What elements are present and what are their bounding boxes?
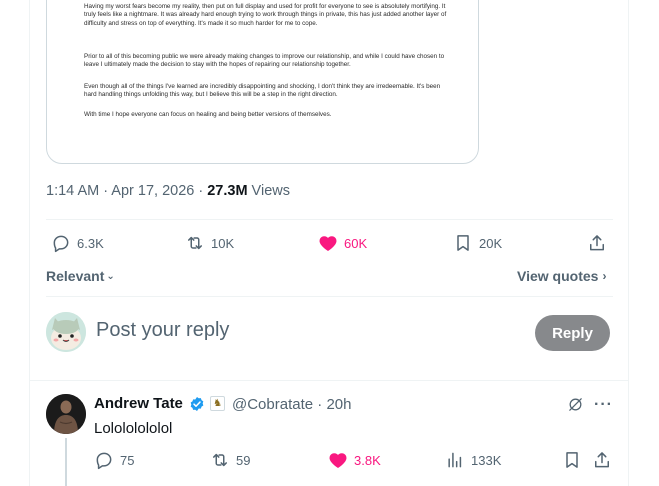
views-count: 27.3M bbox=[207, 183, 248, 199]
heart-icon bbox=[329, 453, 347, 468]
bookmark-icon bbox=[457, 235, 469, 251]
like-action[interactable]: 60K bbox=[318, 233, 367, 253]
like-count: 60K bbox=[344, 235, 368, 251]
analytics-icon bbox=[448, 452, 462, 468]
reply-author-name[interactable]: Andrew Tate bbox=[94, 395, 183, 412]
reply-button[interactable]: Reply bbox=[535, 315, 610, 351]
statement-image[interactable]: Having my worst fears become my reality,… bbox=[46, 0, 479, 164]
reply-icon bbox=[96, 452, 112, 470]
reply-bookmark-action[interactable] bbox=[562, 450, 582, 470]
reply-handle[interactable]: @Cobratate bbox=[232, 396, 313, 413]
user-avatar[interactable] bbox=[46, 312, 86, 352]
reply-reply-count: 75 bbox=[120, 452, 135, 468]
reply-sort-dropdown[interactable]: Relevant ⌄ bbox=[46, 268, 115, 284]
divider bbox=[46, 296, 613, 297]
column-border-left bbox=[29, 0, 30, 486]
divider bbox=[46, 219, 613, 220]
reply-author-avatar[interactable] bbox=[46, 394, 86, 434]
bookmark-count: 20K bbox=[479, 235, 503, 251]
repost-action[interactable]: 10K bbox=[185, 233, 234, 253]
reply-reply-action[interactable]: 75 bbox=[94, 450, 134, 470]
reply-like-count: 3.8K bbox=[354, 452, 381, 468]
statement-paragraph: Having my worst fears become my reality,… bbox=[84, 3, 447, 27]
reply-text: Lolololololol bbox=[94, 420, 173, 437]
reply-action[interactable]: 6.3K bbox=[51, 233, 104, 253]
share-icon bbox=[590, 235, 604, 251]
column-border-right bbox=[628, 0, 629, 486]
reply-repost-count: 59 bbox=[236, 452, 251, 468]
reply-views-count: 133K bbox=[471, 452, 502, 468]
reply-count: 6.3K bbox=[77, 235, 104, 251]
bookmark-action[interactable]: 20K bbox=[453, 233, 502, 253]
chevron-right-icon: › bbox=[602, 269, 607, 283]
reply-input[interactable]: Post your reply bbox=[96, 319, 229, 342]
reply-icon bbox=[53, 235, 69, 253]
statement-paragraph: Even though all of the things I've learn… bbox=[84, 83, 441, 99]
reply-like-action[interactable]: 3.8K bbox=[328, 450, 381, 470]
affiliation-badge-icon[interactable]: ♞ bbox=[210, 396, 225, 411]
post-timestamp[interactable]: 1:14 AM · Apr 17, 2026 · bbox=[46, 183, 207, 199]
sort-label: Relevant bbox=[46, 268, 105, 284]
post-meta: 1:14 AM · Apr 17, 2026 · 27.3M Views bbox=[46, 183, 290, 199]
reply-views-action[interactable]: 133K bbox=[445, 450, 501, 470]
divider bbox=[29, 380, 629, 381]
repost-count: 10K bbox=[211, 235, 235, 251]
share-action[interactable] bbox=[587, 233, 607, 253]
cat-avatar-icon bbox=[46, 312, 86, 352]
reply-time[interactable]: 20h bbox=[326, 396, 351, 413]
heart-icon bbox=[319, 236, 337, 251]
more-options-icon[interactable]: ··· bbox=[594, 396, 613, 414]
chevron-down-icon: ⌄ bbox=[106, 270, 115, 282]
verified-badge-icon bbox=[190, 397, 204, 411]
reply-handle-line: @Cobratate · 20h bbox=[232, 396, 351, 413]
statement-paragraph: With time I hope everyone can focus on h… bbox=[84, 111, 332, 118]
thread-line bbox=[65, 438, 67, 486]
view-quotes-link[interactable]: View quotes › bbox=[517, 268, 606, 284]
view-quotes-label: View quotes bbox=[517, 268, 599, 284]
person-avatar-icon bbox=[46, 394, 86, 434]
bookmark-icon bbox=[566, 452, 578, 468]
reply-repost-action[interactable]: 59 bbox=[210, 450, 250, 470]
statement-paragraph: Prior to all of this becoming public we … bbox=[84, 53, 445, 69]
grok-icon[interactable] bbox=[567, 396, 584, 413]
reply-share-action[interactable] bbox=[592, 450, 612, 470]
separator: · bbox=[313, 396, 327, 413]
repost-icon bbox=[188, 236, 202, 250]
views-label: Views bbox=[247, 183, 290, 199]
share-icon bbox=[595, 452, 609, 468]
repost-icon bbox=[213, 453, 227, 467]
